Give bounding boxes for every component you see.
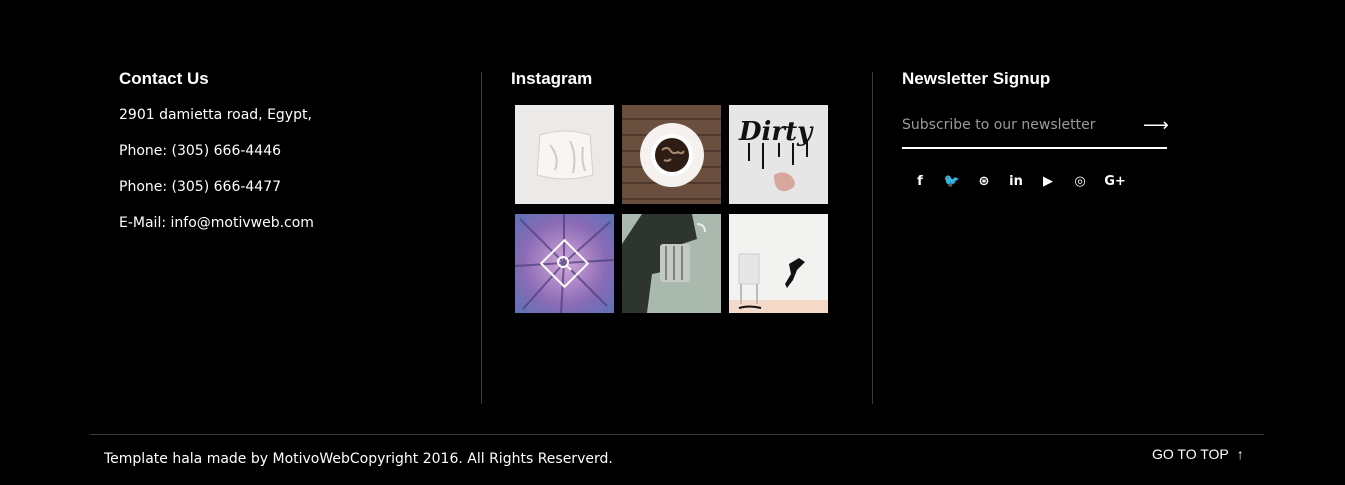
instagram-heading: Instagram <box>511 69 593 88</box>
phone-text-1: Phone: (305) 666-4446 <box>119 143 282 159</box>
instagram-thumb-revolver[interactable] <box>622 214 721 313</box>
svg-text:Dirty: Dirty <box>738 117 814 147</box>
newsletter-email-input[interactable] <box>902 113 1132 137</box>
twitter-icon[interactable]: 🐦 <box>942 172 962 192</box>
google-plus-icon[interactable]: G+ <box>1102 172 1128 192</box>
arrow-right-icon: ⟶ <box>1143 115 1169 136</box>
address-text: 2901 damietta road, Egypt, <box>119 107 312 123</box>
go-to-top-label: GO TO TOP <box>1152 446 1229 462</box>
instagram-thumb-coffee[interactable] <box>622 105 721 204</box>
instagram-grid: Dirty <box>515 105 835 317</box>
copyright-text: Template hala made by MotivoWebCopyright… <box>104 451 613 467</box>
youtube-icon[interactable]: ▶ <box>1038 172 1058 192</box>
column-divider <box>481 72 482 404</box>
newsletter-form: ⟶ <box>902 105 1169 149</box>
instagram-thumb-purple-abstract[interactable] <box>515 214 614 313</box>
facebook-icon[interactable]: f <box>910 172 930 192</box>
column-divider <box>872 72 873 404</box>
instagram-thumb-chair-figure[interactable] <box>729 214 828 313</box>
email-link[interactable]: E-Mail: info@motivweb.com <box>119 215 314 231</box>
contact-heading: Contact Us <box>119 69 209 88</box>
phone-text-2: Phone: (305) 666-4477 <box>119 179 282 195</box>
instagram-thumb-white-fabric[interactable] <box>515 105 614 204</box>
newsletter-heading: Newsletter Signup <box>902 69 1051 88</box>
go-to-top-button[interactable]: GO TO TOP ↑ <box>1152 446 1244 462</box>
linkedin-icon[interactable]: in <box>1006 172 1026 192</box>
dribbble-icon[interactable]: ⊛ <box>974 172 994 192</box>
newsletter-submit-button[interactable]: ⟶ <box>1143 115 1169 137</box>
instagram-icon[interactable]: ◎ <box>1070 172 1090 192</box>
footer-divider <box>90 434 1264 435</box>
instagram-thumb-dirty[interactable]: Dirty <box>729 105 828 204</box>
arrow-up-icon: ↑ <box>1236 446 1244 462</box>
